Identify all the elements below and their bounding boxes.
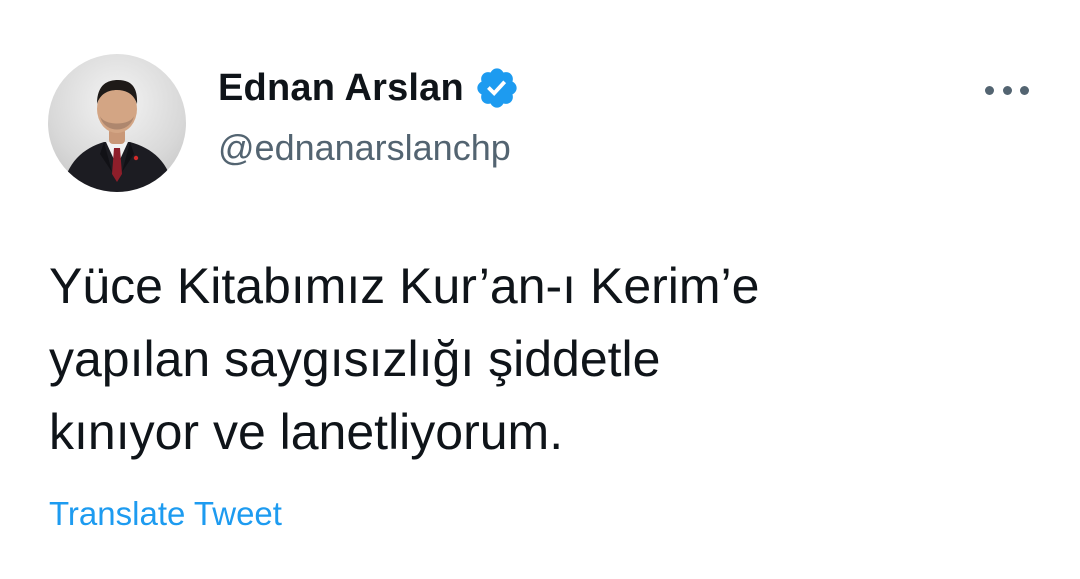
tweet-text: Yüce Kitabımız Kur’an-ı Kerim’e yapılan … (49, 258, 760, 460)
author-handle[interactable]: @ednanarslanchp (218, 126, 511, 170)
verified-badge-icon (474, 65, 520, 111)
author-name[interactable]: Ednan Arslan (218, 64, 520, 112)
translate-tweet-link[interactable]: Translate Tweet (49, 494, 282, 534)
more-dot-icon (1020, 85, 1029, 95)
display-name[interactable]: Ednan Arslan (218, 64, 464, 112)
profile-photo-icon (62, 80, 174, 192)
more-dot-icon (1002, 85, 1012, 95)
more-options-button[interactable] (985, 80, 1029, 100)
more-dot-icon (985, 85, 994, 95)
avatar[interactable] (48, 54, 186, 192)
